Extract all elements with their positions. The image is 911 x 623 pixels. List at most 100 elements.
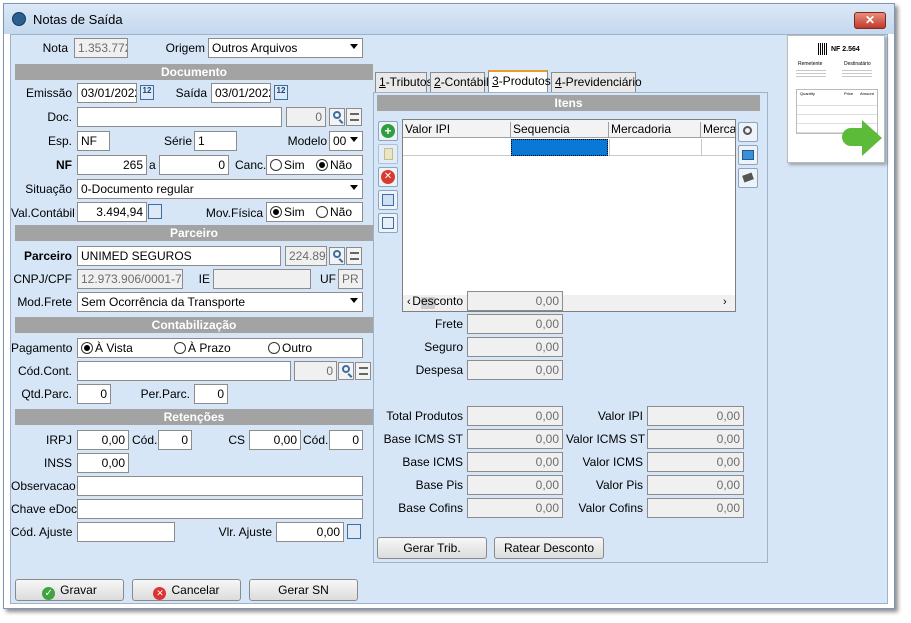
despesa-field[interactable]: 0,00 [467,360,563,380]
add-icon[interactable]: + [378,121,398,141]
search-icon[interactable] [329,247,345,265]
base-icms-field[interactable]: 0,00 [467,452,563,472]
tab-produtos[interactable]: 3-Produtos [488,70,551,93]
vlrajuste-field[interactable]: 0,00 [276,522,344,542]
cod2-field[interactable]: 0 [329,430,363,450]
observacao-field[interactable] [77,476,363,496]
calculator-icon[interactable] [347,524,361,539]
codajuste-field[interactable] [77,522,175,542]
seguro-field[interactable]: 0,00 [467,337,563,357]
base-cofins-field[interactable]: 0,00 [467,498,563,518]
cancel-icon: ✕ [153,587,167,600]
gerar-trib-button[interactable]: Gerar Trib. [377,537,487,559]
inss-field[interactable]: 0,00 [77,453,129,473]
perparc-field[interactable]: 0 [194,384,228,404]
doc-number-field[interactable]: 0 [286,107,326,127]
valcontabil-field[interactable]: 3.494,94 [77,202,147,222]
ie-label: IE [198,272,210,286]
frete-field[interactable]: 0,00 [467,314,563,334]
logo-destinatario: Destinatário [844,61,871,67]
mov-sim-radio[interactable]: Sim [270,205,305,219]
search-icon[interactable] [738,122,758,142]
pagamento-vista-radio[interactable]: À Vista [81,341,133,355]
search-icon[interactable] [329,108,345,126]
nf-from-field[interactable]: 265 [77,155,147,175]
column-header[interactable]: Valor IPI [405,122,511,138]
canc-sim-radio[interactable]: Sim [270,158,305,172]
column-header[interactable]: Mercad [703,122,735,138]
selected-cell[interactable] [511,139,608,156]
valor-pis-field[interactable]: 0,00 [647,475,744,495]
grid-icon[interactable] [378,190,398,210]
itens-grid[interactable]: Valor IPI Sequencia Mercadoria Mercad ‹ … [402,119,736,312]
cancelar-button[interactable]: ✕ Cancelar [132,579,241,601]
column-header[interactable]: Sequencia [513,122,609,138]
origem-select[interactable]: Outros Arquivos [208,38,363,58]
saida-label: Saída [175,86,207,100]
nota-field[interactable]: 1.353.772 [74,38,128,58]
parceiro-name-field[interactable]: UNIMED SEGUROS [77,246,281,266]
chevron-right-icon[interactable]: › [723,296,727,308]
valor-icms-field[interactable]: 0,00 [647,452,744,472]
section-contabilizacao: Contabilização [15,317,373,333]
eraser-icon[interactable] [738,168,758,188]
tab-tributos[interactable]: 1-Tributos [375,72,433,92]
mov-nao-radio[interactable]: Não [316,205,352,219]
desconto-field[interactable]: 0,00 [467,291,563,311]
delete-icon[interactable]: ✕ [378,167,398,187]
modelo-value: 00 [333,134,347,148]
base-icms-st-field[interactable]: 0,00 [467,429,563,449]
cod1-field[interactable]: 0 [158,430,192,450]
uf-field[interactable]: PR [338,269,363,289]
emissao-field[interactable]: 03/01/2022 [77,83,137,103]
chave-field[interactable] [77,499,363,519]
codcont-number-field[interactable]: 0 [294,361,337,381]
codcont-field[interactable] [77,361,291,381]
tab-contabil[interactable]: 2-Contábil [430,72,489,92]
gravar-button[interactable]: ✓ Gravar [15,579,124,601]
ie-field[interactable] [213,269,311,289]
edit-icon[interactable] [378,144,398,164]
nf-to-field[interactable]: 0 [159,155,229,175]
close-button[interactable]: ✕ [854,12,886,29]
parceiro-code-field[interactable]: 224.892 [285,246,327,266]
base-pis-label: Base Pis [415,478,463,492]
emissao-label: Emissão [25,86,72,100]
calendar-icon[interactable]: 12 [140,85,154,100]
modelo-select[interactable]: 00 [329,131,363,151]
base-pis-field[interactable]: 0,00 [467,475,563,495]
irpj-field[interactable]: 0,00 [77,430,129,450]
export-icon[interactable] [738,145,758,165]
tab-previdenciario[interactable]: 4-Previdenciário [551,72,642,92]
ratear-desconto-button[interactable]: Ratear Desconto [494,537,604,559]
grid-edit-icon[interactable] [378,213,398,233]
list-icon[interactable] [355,362,371,380]
situacao-select[interactable]: 0-Documento regular [77,179,363,199]
canc-nao-radio[interactable]: Não [316,158,352,172]
gerar-sn-button[interactable]: Gerar SN [249,579,358,601]
cnpj-field[interactable]: 12.973.906/0001-71 [77,269,183,289]
pagamento-outro-radio[interactable]: Outro [268,339,312,357]
situacao-label: Situação [25,182,72,196]
serie-field[interactable]: 1 [194,131,237,151]
list-icon[interactable] [346,247,362,265]
valor-ipi-field[interactable]: 0,00 [647,406,744,426]
saida-field[interactable]: 03/01/2022 [211,83,271,103]
esp-field[interactable]: NF [77,131,110,151]
main-window: Notas de Saída ✕ Nota 1.353.772 Origem O… [3,3,895,609]
total-produtos-field[interactable]: 0,00 [467,406,563,426]
column-header[interactable]: Mercadoria [611,122,701,138]
table-row[interactable] [403,139,735,156]
pagamento-prazo-radio[interactable]: À Prazo [174,339,231,357]
valor-cofins-field[interactable]: 0,00 [647,498,744,518]
doc-field[interactable] [77,107,282,127]
modfrete-select[interactable]: Sem Ocorrência da Transporte [77,292,363,312]
valor-icms-st-field[interactable]: 0,00 [647,429,744,449]
list-icon[interactable] [346,108,362,126]
calendar-icon[interactable]: 12 [274,85,288,100]
calculator-icon[interactable] [148,204,162,219]
uf-label: UF [320,272,336,286]
cs-field[interactable]: 0,00 [249,430,301,450]
qtdparc-field[interactable]: 0 [77,384,111,404]
search-icon[interactable] [338,362,354,380]
